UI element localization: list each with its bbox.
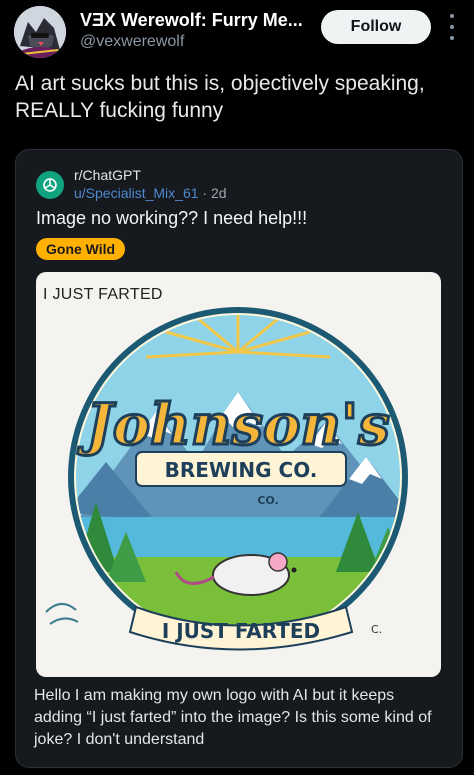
reddit-screenshot-card[interactable]: r/ChatGPT u/Specialist_Mix_61 · 2d Image… bbox=[15, 149, 463, 768]
tweet-text: AI art sucks but this is, objectively sp… bbox=[15, 72, 425, 122]
subreddit-name: r/ChatGPT bbox=[74, 167, 141, 183]
avatar[interactable] bbox=[14, 6, 66, 58]
post-title: Image no working?? I need help!!! bbox=[36, 208, 308, 228]
logo-brand-text: Johnson's bbox=[77, 392, 390, 458]
handle[interactable]: @vexwerewolf bbox=[80, 33, 184, 51]
flair-badge: Gone Wild bbox=[36, 238, 126, 260]
logo-subtitle: BREWING CO. bbox=[165, 458, 318, 482]
tweet-header: VƎX Werewolf: Furry Me... @vexwerewolf F… bbox=[0, 0, 474, 62]
logo-banner-text: I JUST FARTED bbox=[162, 619, 320, 643]
more-vertical-icon[interactable] bbox=[444, 14, 460, 40]
post-time: 2d bbox=[210, 185, 227, 201]
display-name[interactable]: VƎX Werewolf: Furry Me... bbox=[80, 10, 303, 31]
follow-button[interactable]: Follow bbox=[321, 10, 431, 44]
post-image: I JUST FARTED Johnson's BREWING CO. CO. … bbox=[36, 272, 441, 677]
logo-corner-mark: C. bbox=[371, 623, 382, 636]
chatgpt-logo-icon bbox=[36, 171, 64, 199]
post-body: Hello I am making my own logo with AI bu… bbox=[34, 687, 432, 748]
post-author: u/Specialist_Mix_61 bbox=[74, 185, 199, 201]
meta-separator: · bbox=[198, 185, 211, 201]
post-meta: u/Specialist_Mix_61 · 2d bbox=[74, 185, 227, 201]
brewing-logo-illustration: Johnson's BREWING CO. CO. I JUST FARTED … bbox=[45, 307, 408, 651]
avatar-wolf-icon bbox=[14, 6, 66, 58]
logo-co-text: CO. bbox=[257, 494, 278, 507]
